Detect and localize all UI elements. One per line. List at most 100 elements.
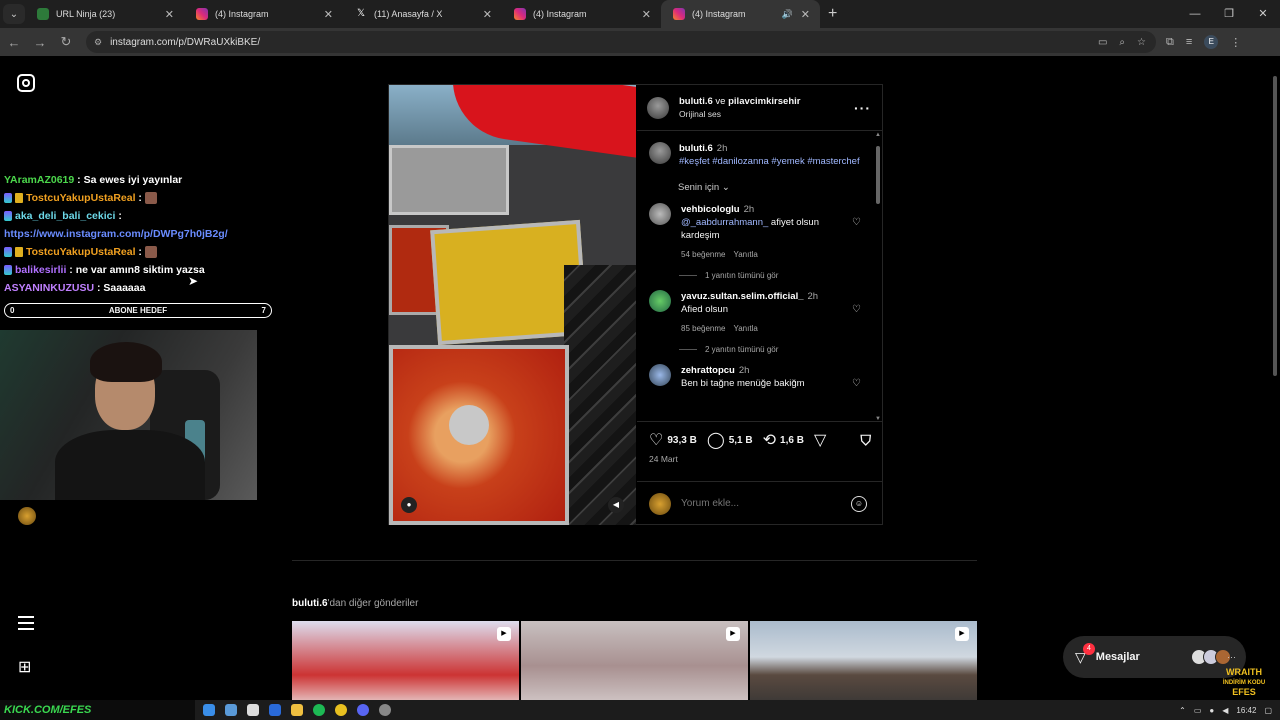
avatar[interactable] bbox=[649, 290, 671, 312]
chat-link[interactable]: https://www.instagram.com/p/DWPg7h0jB2g/ bbox=[4, 228, 228, 240]
outlook-icon[interactable] bbox=[269, 704, 281, 716]
avatar[interactable] bbox=[649, 203, 671, 225]
instagram-logo-icon[interactable] bbox=[17, 74, 35, 92]
volume-icon[interactable]: ◀ bbox=[1222, 706, 1228, 715]
comments-scrollbar[interactable]: ▲ ▼ bbox=[875, 132, 881, 420]
discord-icon[interactable] bbox=[357, 704, 369, 716]
restore-button[interactable]: ❐ bbox=[1212, 0, 1246, 28]
close-icon[interactable]: ✕ bbox=[324, 8, 333, 21]
tab-url-ninja[interactable]: URL Ninja (23) ✕ bbox=[25, 0, 184, 28]
tab-search-button[interactable]: ⌄ bbox=[3, 4, 25, 24]
bookmark-star-icon[interactable]: ☆ bbox=[1137, 37, 1146, 48]
repost-icon[interactable]: ⟲ bbox=[763, 430, 776, 450]
coauthor-link[interactable]: pilavcimkirsehir bbox=[728, 96, 800, 107]
comment-likes[interactable]: 85 beğenme bbox=[681, 324, 725, 333]
caption-hashtags[interactable]: #keşfet #danilozanna #yemek #masterchef bbox=[679, 156, 860, 167]
comment-username[interactable]: zehrattopcu bbox=[681, 365, 735, 376]
page-scrollbar[interactable] bbox=[1272, 68, 1278, 376]
comment-likes[interactable]: 54 beğenme bbox=[681, 250, 725, 259]
post-video[interactable]: ● ◀ bbox=[389, 85, 636, 525]
bookmark-icon[interactable]: ⛉ bbox=[861, 432, 872, 449]
post-thumbnail[interactable]: ▶ bbox=[521, 621, 748, 700]
comment-username[interactable]: yavuz.sultan.selim.official_ bbox=[681, 291, 804, 302]
reply-button[interactable]: Yanıtla bbox=[733, 250, 757, 259]
reply-button[interactable]: Yanıtla bbox=[733, 324, 757, 333]
spotify-icon[interactable] bbox=[313, 704, 325, 716]
speaker-icon[interactable]: 🔊 bbox=[782, 9, 793, 20]
caption-username[interactable]: buluti.6 bbox=[679, 143, 713, 154]
zoom-icon[interactable]: ⌕ bbox=[1119, 37, 1125, 48]
comment-count[interactable]: 5,1 B bbox=[729, 435, 753, 446]
avatar[interactable] bbox=[18, 507, 36, 525]
food-tray bbox=[389, 145, 509, 215]
minimize-button[interactable]: — bbox=[1178, 0, 1212, 28]
comment-input[interactable] bbox=[681, 498, 841, 509]
browser-menu-icon[interactable]: ⋮ bbox=[1230, 36, 1241, 49]
file-explorer-icon[interactable] bbox=[291, 704, 303, 716]
tagged-people-icon[interactable]: ● bbox=[401, 497, 417, 513]
notifications-icon[interactable]: ▢ bbox=[1264, 706, 1272, 715]
chat-message: https://www.instagram.com/p/DWPg7h0jB2g/ bbox=[0, 225, 280, 243]
scrollbar-thumb[interactable] bbox=[1273, 76, 1277, 376]
post-thumbnail[interactable]: ▶ bbox=[292, 621, 519, 700]
new-tab-button[interactable]: + bbox=[828, 5, 837, 23]
hamburger-menu-icon[interactable] bbox=[18, 616, 34, 630]
extensions-icon[interactable]: ⧉ bbox=[1166, 36, 1174, 49]
url-field[interactable]: ⚙ instagram.com/p/DWRaUXkiBKE/ ▭ ⌕ ☆ bbox=[86, 31, 1156, 53]
reload-button[interactable]: ↻ bbox=[54, 34, 78, 50]
back-button[interactable]: ← bbox=[2, 35, 26, 50]
more-posts-user[interactable]: buluti.6 bbox=[292, 598, 328, 609]
like-count[interactable]: 93,3 B bbox=[667, 435, 696, 446]
microphone-icon[interactable]: ● bbox=[1209, 706, 1214, 715]
post-thumbnail[interactable]: ▶ bbox=[750, 621, 977, 700]
more-options-icon[interactable]: ··· bbox=[854, 100, 871, 116]
view-replies-button[interactable]: 2 yanıtın tümünü gör bbox=[637, 335, 883, 354]
avatar[interactable] bbox=[649, 364, 671, 386]
close-icon[interactable]: ✕ bbox=[483, 8, 492, 21]
clock[interactable]: 16:42 bbox=[1236, 706, 1256, 715]
media-control-icon[interactable]: ≡ bbox=[1186, 36, 1192, 48]
chrome-icon[interactable] bbox=[335, 704, 347, 716]
comment-bubble-icon[interactable]: ◯ bbox=[707, 430, 725, 450]
edge-icon[interactable] bbox=[203, 704, 215, 716]
tab-instagram-2[interactable]: (4) Instagram ✕ bbox=[502, 0, 661, 28]
site-info-icon[interactable]: ⚙ bbox=[94, 37, 102, 48]
profile-avatar[interactable]: E bbox=[1204, 35, 1219, 49]
settings-icon[interactable] bbox=[379, 704, 391, 716]
avatar[interactable] bbox=[649, 142, 671, 164]
tab-x[interactable]: 𝕏 (11) Anasayfa / X ✕ bbox=[343, 0, 502, 28]
author-link[interactable]: buluti.6 bbox=[679, 96, 713, 107]
mute-icon[interactable]: ◀ bbox=[608, 497, 624, 513]
like-comment-heart-icon[interactable]: ♡ bbox=[852, 304, 861, 315]
view-replies-button[interactable]: 1 yanıtın tümünü gör bbox=[637, 261, 883, 280]
cast-icon[interactable]: ▭ bbox=[1098, 37, 1107, 48]
store-icon[interactable] bbox=[247, 704, 259, 716]
forward-button[interactable]: → bbox=[28, 35, 52, 50]
like-comment-heart-icon[interactable]: ♡ bbox=[852, 378, 861, 389]
apps-grid-icon[interactable]: ⊞ bbox=[18, 657, 31, 677]
like-comment-heart-icon[interactable]: ♡ bbox=[852, 217, 861, 228]
chevron-up-icon[interactable]: ⌃ bbox=[1179, 706, 1186, 715]
sort-dropdown[interactable]: Senin için ⌄ bbox=[637, 168, 883, 193]
close-icon[interactable]: ✕ bbox=[642, 8, 651, 21]
send-icon: ▽ 4 bbox=[1075, 642, 1095, 666]
scroll-up-icon[interactable]: ▲ bbox=[875, 132, 881, 138]
tab-instagram-active[interactable]: (4) Instagram 🔊 ✕ bbox=[661, 0, 820, 28]
post-authors: buluti.6 ve pilavcimkirsehir bbox=[679, 96, 800, 107]
repost-count[interactable]: 1,6 B bbox=[780, 435, 804, 446]
window-close-button[interactable]: ✕ bbox=[1246, 0, 1280, 28]
tab-instagram-1[interactable]: (4) Instagram ✕ bbox=[184, 0, 343, 28]
comment-mention[interactable]: @_aabdurrahmann_ bbox=[681, 217, 768, 228]
close-icon[interactable]: ✕ bbox=[801, 8, 810, 21]
network-icon[interactable]: ▭ bbox=[1194, 706, 1202, 715]
comment-username[interactable]: vehbicologlu bbox=[681, 204, 740, 215]
scrollbar-thumb[interactable] bbox=[876, 146, 880, 204]
like-heart-icon[interactable]: ♡ bbox=[649, 430, 663, 450]
scroll-down-icon[interactable]: ▼ bbox=[875, 416, 881, 420]
audio-link[interactable]: Orijinal ses bbox=[679, 109, 800, 119]
avatar[interactable] bbox=[647, 96, 669, 119]
copilot-icon[interactable] bbox=[225, 704, 237, 716]
emoji-icon[interactable]: ☺ bbox=[851, 495, 867, 512]
share-send-icon[interactable]: ▽ bbox=[814, 430, 826, 450]
close-icon[interactable]: ✕ bbox=[165, 8, 174, 21]
